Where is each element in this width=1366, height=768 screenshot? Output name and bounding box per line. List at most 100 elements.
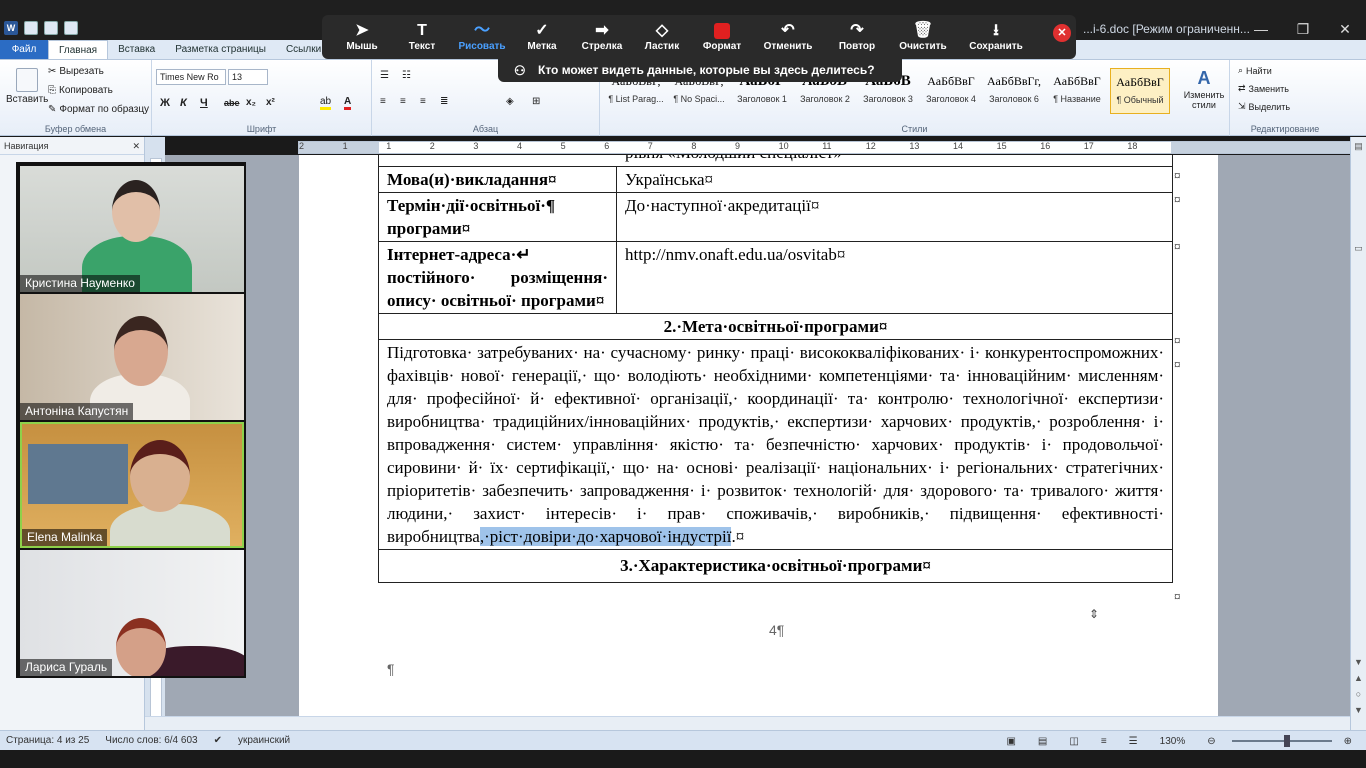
- tool-stamp[interactable]: ✓ Метка: [512, 15, 572, 59]
- tool-undo[interactable]: ↶ Отменить: [752, 15, 824, 59]
- close-icon[interactable]: ✕: [132, 137, 140, 155]
- selected-text[interactable]: ,·ріст·довіри·до·харчової·індустрії: [479, 527, 732, 546]
- table-cell-label[interactable]: Інтернет-адреса·↵ постійного· розміщення…: [378, 241, 617, 314]
- style-item[interactable]: АаБбВвГ Заголовок 4: [921, 68, 981, 114]
- table-cell-label[interactable]: Мова(и)·викладання¤: [378, 166, 617, 193]
- tool-redo[interactable]: ↷ Повтор: [824, 15, 890, 59]
- tool-mouse[interactable]: ➤ Мышь: [332, 15, 392, 59]
- bullets-button[interactable]: ☰: [380, 70, 389, 81]
- table-resize-icon[interactable]: ⇕: [1089, 607, 1099, 621]
- view-print-layout-icon[interactable]: ▣: [1006, 736, 1015, 747]
- tab-home[interactable]: Главная: [48, 40, 109, 59]
- language-indicator[interactable]: украинский: [238, 735, 290, 746]
- zoom-slider-knob[interactable]: [1283, 735, 1290, 747]
- tool-save[interactable]: ⭳ Сохранить: [956, 15, 1036, 59]
- strikethrough-button[interactable]: abe: [224, 98, 240, 108]
- style-name: ¶ No Spaci...: [673, 94, 725, 104]
- scroll-thumb[interactable]: ▭: [1353, 243, 1364, 254]
- select-button[interactable]: ⇲ Выделить: [1238, 101, 1290, 112]
- shading-button[interactable]: ◈: [506, 96, 514, 107]
- previous-page-icon[interactable]: ▲: [1353, 673, 1364, 683]
- minimize-button[interactable]: —: [1240, 18, 1282, 40]
- section-heading[interactable]: 2.·Мета·освітньої·програми¤: [378, 313, 1173, 340]
- replace-button[interactable]: ⇄ Заменить: [1238, 83, 1289, 94]
- copy-button[interactable]: ⎘ Копировать: [48, 85, 113, 96]
- browse-object-icon[interactable]: ○: [1353, 689, 1364, 699]
- font-size-select[interactable]: 13: [228, 69, 268, 85]
- zoom-out-icon[interactable]: ⊖: [1207, 736, 1215, 747]
- vertical-scrollbar[interactable]: ▤ ▭ ▼ ▲ ○ ▼: [1350, 137, 1366, 730]
- view-draft-icon[interactable]: ☰: [1129, 736, 1138, 747]
- bold-button[interactable]: Ж: [160, 97, 170, 109]
- find-button[interactable]: ⌕ Найти: [1238, 65, 1272, 76]
- tool-clear[interactable]: 🗑 Очистить: [890, 15, 956, 59]
- numbering-button[interactable]: ☷: [402, 70, 411, 81]
- undo-icon[interactable]: [44, 21, 58, 35]
- close-annotation-button[interactable]: ✕: [1053, 24, 1071, 42]
- empty-paragraph[interactable]: ¶: [387, 661, 395, 677]
- cut-button[interactable]: ✂ Вырезать: [48, 66, 104, 77]
- section-heading[interactable]: 3.·Характеристика·освітньої·програми¤: [378, 549, 1173, 583]
- participant-tile[interactable]: Лариса Гураль: [20, 550, 244, 676]
- participant-tile[interactable]: Антоніна Капустян: [20, 294, 244, 420]
- ruler-tick: 9: [735, 141, 741, 151]
- font-name-select[interactable]: Times New Ro: [156, 69, 226, 85]
- save-icon[interactable]: [24, 21, 38, 35]
- tab-page-layout[interactable]: Разметка страницы: [165, 40, 276, 59]
- share-notice[interactable]: ⚇ Кто может видеть данные, которые вы зд…: [498, 59, 902, 82]
- ruler-toggle-icon[interactable]: ▤: [1353, 141, 1364, 152]
- zoom-control: ▣ ▤ ◫ ≡ ☰ 130% ⊖ ⊕: [1000, 731, 1362, 751]
- table-row: 3.·Характеристика·освітньої·програми¤: [378, 549, 1173, 583]
- close-button[interactable]: ✕: [1324, 18, 1366, 40]
- view-outline-icon[interactable]: ≡: [1101, 736, 1107, 747]
- italic-button[interactable]: К: [180, 97, 187, 109]
- word-count[interactable]: Число слов: 6/4 603: [105, 735, 197, 746]
- style-item[interactable]: АаБбВвГг, Заголовок 6: [984, 68, 1044, 114]
- view-full-screen-icon[interactable]: ▤: [1038, 736, 1047, 747]
- restore-button[interactable]: ❐: [1282, 18, 1324, 40]
- ruler-tick: 6: [604, 141, 610, 151]
- tool-arrow[interactable]: ➡ Стрелка: [572, 15, 632, 59]
- style-item[interactable]: АаБбВвГ ¶ Название: [1047, 68, 1107, 114]
- align-right-button[interactable]: ≡: [420, 96, 426, 107]
- brush-icon: ✎: [48, 104, 57, 115]
- tab-insert[interactable]: Вставка: [108, 40, 165, 59]
- participant-tile[interactable]: Elena Malinka: [20, 422, 244, 548]
- underline-button[interactable]: Ч: [200, 97, 208, 109]
- highlight-color-button[interactable]: ab: [320, 96, 332, 110]
- tool-draw[interactable]: 〜 Рисовать: [452, 15, 512, 59]
- end-of-row-mark: ¤: [1174, 589, 1181, 604]
- zoom-in-icon[interactable]: ⊕: [1344, 736, 1352, 747]
- justify-button[interactable]: ≣: [440, 96, 448, 107]
- align-left-button[interactable]: ≡: [380, 96, 386, 107]
- align-center-button[interactable]: ≡: [400, 96, 406, 107]
- tab-file[interactable]: Файл: [0, 40, 48, 59]
- page-counter[interactable]: Страница: 4 из 25: [6, 735, 89, 746]
- next-page-icon[interactable]: ▼: [1353, 705, 1364, 715]
- spellcheck-icon[interactable]: ✔: [214, 735, 222, 746]
- table-cell-value[interactable]: http://nmv.onaft.edu.ua/osvitab¤: [616, 241, 1173, 314]
- change-styles-button[interactable]: A Изменить стили: [1182, 68, 1226, 110]
- tool-text[interactable]: T Текст: [392, 15, 452, 59]
- zoom-slider[interactable]: [1231, 735, 1332, 747]
- table-cell-value[interactable]: Українська¤: [616, 166, 1173, 193]
- tool-format[interactable]: Формат: [692, 15, 752, 59]
- borders-button[interactable]: ⊞: [532, 96, 540, 107]
- paste-button[interactable]: Вставить: [6, 68, 48, 105]
- tool-eraser[interactable]: ◇ Ластик: [632, 15, 692, 59]
- horizontal-ruler[interactable]: 2 1 1 2 3 4 5 6 7 8 9 10 11 12 13 14 15 16 17 18: [298, 141, 1358, 154]
- format-painter-button[interactable]: ✎ Формат по образцу: [48, 104, 149, 115]
- redo-icon[interactable]: [64, 21, 78, 35]
- view-web-icon[interactable]: ◫: [1069, 736, 1078, 747]
- table-cell-value[interactable]: До·наступної·акредитації¤: [616, 192, 1173, 242]
- style-item[interactable]: АаБбВвГ ¶ Обычный: [1110, 68, 1170, 114]
- zoom-level[interactable]: 130%: [1160, 736, 1186, 747]
- section-body[interactable]: Підготовка· затребуваних· на· сучасному·…: [378, 339, 1173, 550]
- participant-tile[interactable]: Кристина Науменко: [20, 166, 244, 292]
- table-cell-label[interactable]: Термін·дії·освітньої·¶ програми¤: [378, 192, 617, 242]
- font-color-button[interactable]: A: [344, 96, 352, 110]
- horizontal-scrollbar[interactable]: [145, 716, 1350, 730]
- superscript-button[interactable]: x²: [266, 97, 275, 108]
- subscript-button[interactable]: x₂: [246, 97, 256, 108]
- scroll-down-icon[interactable]: ▼: [1353, 657, 1364, 667]
